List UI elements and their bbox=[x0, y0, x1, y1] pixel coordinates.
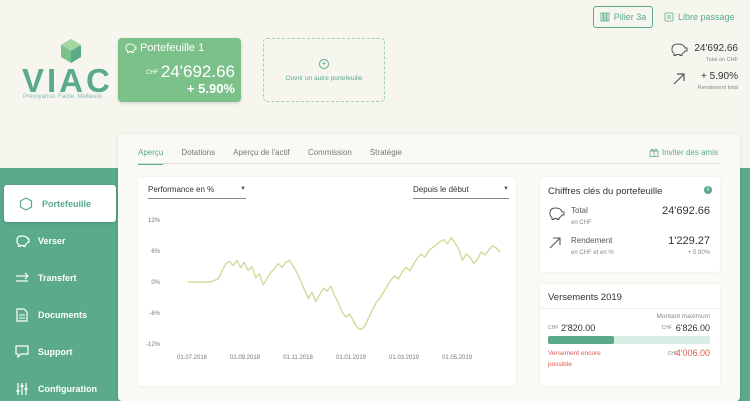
current-currency: CHF bbox=[548, 325, 559, 331]
sidebar-item-label: Portefeuille bbox=[42, 198, 92, 209]
x-tick-label: 01.11.2018 bbox=[283, 355, 313, 361]
summary-total-value: 24'692.66 bbox=[694, 43, 738, 54]
y-tick-label: 12% bbox=[148, 218, 161, 224]
growth-arrow-icon bbox=[549, 237, 561, 249]
transfer-arrows-icon bbox=[14, 270, 30, 286]
remaining-label: Versement encore possible bbox=[548, 350, 601, 368]
viac-logo[interactable]: VIAC Prévoyance. Facile. Meilleure. bbox=[20, 36, 110, 106]
add-portfolio-button[interactable]: + Ouvrir un autre portefeuille bbox=[263, 38, 385, 102]
sliders-icon bbox=[14, 381, 30, 397]
x-tick-label: 01.09.2018 bbox=[230, 355, 261, 361]
total-value: 24'692.66 bbox=[662, 205, 710, 217]
x-tick-label: 01.05.2019 bbox=[442, 355, 473, 361]
sidebar-item-configuration[interactable]: Configuration bbox=[0, 370, 118, 401]
y-tick-label: -6% bbox=[149, 311, 160, 317]
sidebar-item-transfert[interactable]: Transfert bbox=[0, 259, 118, 296]
y-tick-label: 6% bbox=[151, 249, 160, 255]
document-icon bbox=[14, 307, 30, 323]
logo-hexagon-icon bbox=[61, 39, 81, 63]
plus-icon: + bbox=[319, 59, 329, 69]
gift-icon bbox=[649, 148, 659, 157]
tab-divider bbox=[138, 163, 720, 164]
summary-total-label: Total en CHF bbox=[705, 57, 738, 63]
invite-friends-label: Inviter des amis bbox=[661, 148, 718, 157]
add-portfolio-label: Ouvrir un autre portefeuille bbox=[285, 75, 363, 82]
pillar-3a-label: Pilier 3a bbox=[613, 12, 647, 22]
performance-percent: + 5.90% bbox=[687, 250, 710, 256]
sidebar-item-label: Documents bbox=[38, 309, 88, 320]
contribution-progress-bar bbox=[548, 336, 710, 344]
sidebar-item-label: Verser bbox=[38, 235, 66, 246]
y-tick-label: -12% bbox=[146, 342, 161, 348]
portfolio-value: 24'692.66 bbox=[160, 62, 235, 81]
main-panel: Aperçu Dotations Aperçu de l'actif Commi… bbox=[118, 134, 740, 401]
performance-label: Rendement bbox=[571, 236, 613, 245]
sidebar-item-label: Configuration bbox=[38, 383, 97, 394]
portfolio-performance: + 5.90% bbox=[186, 81, 235, 96]
chat-bubble-icon bbox=[14, 344, 30, 360]
performance-series-line bbox=[188, 236, 501, 331]
portfolio-currency: CHF bbox=[146, 70, 159, 76]
info-icon[interactable]: i bbox=[704, 186, 712, 194]
performance-chart-card: Performance en % ▼ Depuis le début ▼ 12%… bbox=[138, 177, 516, 386]
y-tick-label: 0% bbox=[151, 280, 160, 286]
divider bbox=[540, 308, 720, 309]
contributions-title: Versements 2019 bbox=[548, 292, 622, 303]
portfolio-card[interactable]: Portefeuille 1 CHF 24'692.66 + 5.90% bbox=[118, 38, 241, 102]
libre-passage-label: Libre passage bbox=[678, 12, 735, 22]
sidebar-item-support[interactable]: Support bbox=[0, 333, 118, 370]
maximum-currency: CHF bbox=[661, 325, 672, 331]
piggy-bank-icon bbox=[125, 43, 137, 53]
performance-line-chart: 12% 6% 0% -6% -12% 01.07.2018 01.09.2018 01.11.… bbox=[146, 218, 501, 361]
key-figures-card: Chiffres clés du portefeuille i Total en… bbox=[540, 177, 720, 272]
logo-tagline: Prévoyance. Facile. Meilleure. bbox=[23, 94, 104, 100]
key-figures-title: Chiffres clés du portefeuille bbox=[548, 186, 663, 197]
sidebar-item-label: Transfert bbox=[38, 272, 77, 283]
sidebar-item-label: Support bbox=[38, 346, 73, 357]
total-label: Total bbox=[571, 206, 588, 215]
piggy-bank-icon bbox=[549, 207, 565, 220]
maximum-contribution: 6'826.00 bbox=[675, 323, 710, 333]
growth-arrow-icon bbox=[673, 73, 685, 85]
total-sublabel: en CHF bbox=[571, 220, 592, 226]
performance-value: 1'229.27 bbox=[668, 235, 710, 247]
pillar-icon bbox=[600, 12, 610, 22]
sidebar-item-verser[interactable]: Verser bbox=[0, 222, 118, 259]
summary-performance-label: Rendement total bbox=[697, 85, 738, 91]
pillar-3a-button[interactable]: Pilier 3a bbox=[593, 6, 653, 28]
summary-performance-value: + 5.90% bbox=[701, 71, 738, 82]
maximum-amount-label: Montant maximum bbox=[656, 313, 710, 320]
remaining-contribution: 4'006.00 bbox=[675, 348, 710, 358]
contributions-card: Versements 2019 Montant maximum CHF 2'82… bbox=[540, 284, 720, 386]
x-tick-label: 01.01.2019 bbox=[336, 355, 367, 361]
piggy-bank-icon bbox=[671, 43, 688, 56]
hexagon-icon bbox=[18, 196, 34, 212]
invite-friends-link[interactable]: Inviter des amis bbox=[649, 148, 718, 157]
libre-passage-button[interactable]: Libre passage bbox=[664, 6, 746, 28]
sidebar-item-portefeuille[interactable]: Portefeuille bbox=[4, 185, 116, 222]
current-contribution: 2'820.00 bbox=[561, 323, 596, 333]
x-tick-label: 01.07.2018 bbox=[177, 355, 208, 361]
portfolio-name: Portefeuille 1 bbox=[140, 42, 205, 54]
piggy-bank-icon bbox=[14, 233, 30, 249]
libre-passage-icon bbox=[664, 12, 674, 22]
performance-sublabel: en CHF et en % bbox=[571, 250, 614, 256]
sidebar-item-documents[interactable]: Documents bbox=[0, 296, 118, 333]
x-tick-label: 01.03.2019 bbox=[389, 355, 420, 361]
contribution-progress-fill bbox=[548, 336, 615, 344]
